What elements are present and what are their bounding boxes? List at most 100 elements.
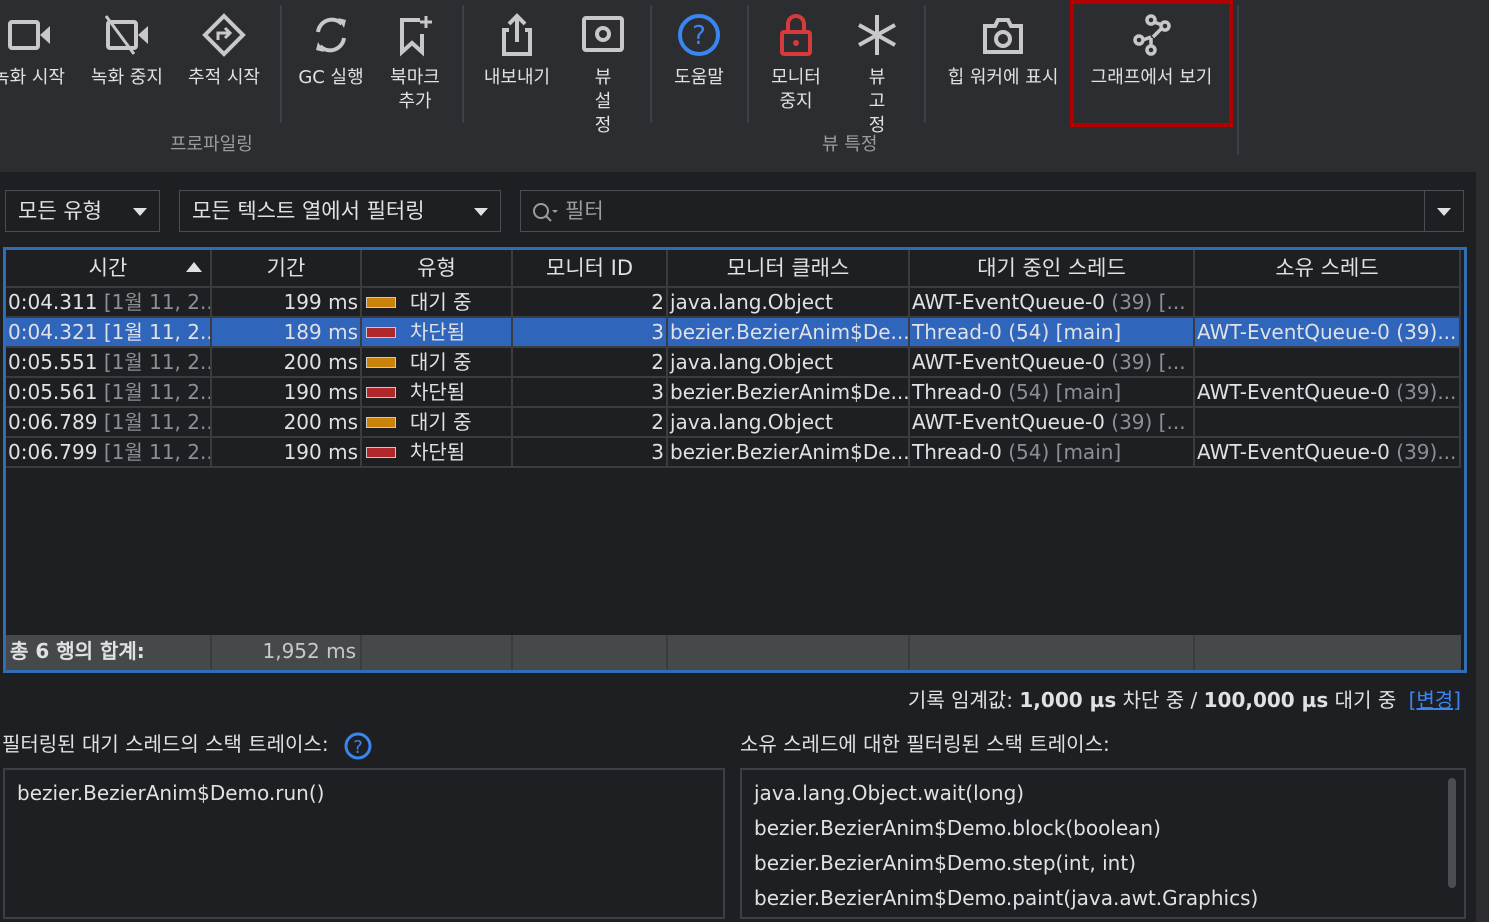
stop-recording-button[interactable]: 녹화 중지 — [85, 0, 169, 125]
settings-icon — [582, 16, 624, 52]
type-color-swatch — [366, 446, 396, 458]
stack-frame[interactable]: bezier.BezierAnim$Demo.step(int, int) — [754, 846, 1452, 881]
table-footer: 총 6 행의 합계: 1,952 ms — [6, 635, 1461, 670]
cell-monitor-class: java.lang.Object — [668, 348, 910, 378]
footer-total: 1,952 ms — [212, 635, 362, 670]
separator — [924, 5, 926, 123]
trace-diamond-icon — [202, 13, 246, 57]
stack-frame[interactable]: bezier.BezierAnim$Demo.block(boolean) — [754, 811, 1452, 846]
chevron-down-icon[interactable] — [1437, 208, 1451, 216]
cell-owning-thread — [1195, 408, 1461, 438]
cell-waiting-thread: Thread-0 (54) [main] — [910, 378, 1195, 408]
cell-type: 대기 중 — [362, 288, 513, 318]
cell-waiting-thread: AWT-EventQueue-0 (39) [... — [910, 288, 1195, 318]
cell-duration: 190 ms — [212, 378, 362, 408]
add-bookmark-button[interactable]: 북마크 추가 — [380, 0, 450, 125]
type-color-swatch — [366, 296, 396, 308]
cell-time: 0:05.551 [1월 11, 2... — [6, 348, 212, 378]
waiting-stack-title: 필터링된 대기 스레드의 스택 트레이스: ? — [2, 728, 373, 761]
divider — [1424, 191, 1425, 231]
column-header-monitor-class[interactable]: 모니터 클래스 — [668, 250, 910, 288]
help-icon: ? — [678, 14, 720, 56]
cell-waiting-thread: AWT-EventQueue-0 (39) [... — [910, 408, 1195, 438]
run-gc-button[interactable]: GC 실행 — [292, 0, 370, 125]
table-row[interactable]: 0:04.321 [1월 11, 2... 189 ms 차단됨 3 bezie… — [6, 318, 1461, 348]
cell-monitor-id: 3 — [513, 378, 668, 408]
footer-label: 총 6 행의 합계: — [6, 635, 212, 670]
bookmark-add-icon — [400, 16, 432, 57]
group-label-profiling: 프로파일링 — [170, 134, 253, 155]
column-header-type[interactable]: 유형 — [362, 250, 513, 288]
svg-text:?: ? — [692, 21, 706, 51]
stack-frame[interactable]: java.lang.Object.wait(long) — [754, 776, 1452, 811]
lock-icon — [780, 14, 812, 56]
stop-monitor-button[interactable]: 모니터 중지 — [760, 0, 832, 125]
scrollbar[interactable] — [1448, 778, 1456, 888]
table-row[interactable]: 0:06.799 [1월 11, 2... 190 ms 차단됨 3 bezie… — [6, 438, 1461, 468]
cell-monitor-class: bezier.BezierAnim$De... — [668, 378, 910, 408]
cell-monitor-id: 2 — [513, 288, 668, 318]
video-off-icon — [104, 15, 148, 55]
type-color-swatch — [366, 416, 396, 428]
cell-duration: 189 ms — [212, 318, 362, 348]
help-icon[interactable]: ? — [343, 731, 373, 761]
column-header-waiting-thread[interactable]: 대기 중인 스레드 — [910, 250, 1195, 288]
cell-time: 0:06.789 [1월 11, 2... — [6, 408, 212, 438]
waiting-stack-list: bezier.BezierAnim$Demo.run() — [3, 768, 725, 919]
export-button[interactable]: 내보내기 — [475, 0, 559, 125]
separator — [280, 5, 282, 123]
cell-waiting-thread: Thread-0 (54) [main] — [910, 438, 1195, 468]
snowflake-icon — [858, 15, 896, 55]
freeze-view-button[interactable]: 뷰 고정 — [846, 0, 908, 136]
show-in-heap-walker-button[interactable]: 힙 워커에 표시 — [938, 0, 1068, 125]
separator — [462, 5, 464, 123]
export-icon — [502, 13, 532, 56]
stack-frame[interactable]: bezier.BezierAnim$Demo.paint(java.awt.Gr… — [754, 881, 1452, 916]
cell-monitor-class: java.lang.Object — [668, 408, 910, 438]
type-color-swatch — [366, 356, 396, 368]
table-row[interactable]: 0:05.551 [1월 11, 2... 200 ms 대기 중 2 java… — [6, 348, 1461, 378]
column-header-owning-thread[interactable]: 소유 스레드 — [1195, 250, 1461, 288]
cell-duration: 190 ms — [212, 438, 362, 468]
cell-monitor-class: bezier.BezierAnim$De... — [668, 438, 910, 468]
help-button[interactable]: ? 도움말 — [664, 0, 734, 125]
column-header-monitor-id[interactable]: 모니터 ID — [513, 250, 668, 288]
cell-duration: 199 ms — [212, 288, 362, 318]
show-in-graph-button[interactable]: 그래프에서 보기 — [1070, 0, 1233, 127]
column-header-duration[interactable]: 기간 — [212, 250, 362, 288]
table-row[interactable]: 0:05.561 [1월 11, 2... 190 ms 차단됨 3 bezie… — [6, 378, 1461, 408]
chevron-down-icon — [133, 208, 147, 216]
monitor-events-table: 시간 기간 유형 모니터 ID 모니터 클래스 대기 중인 스레드 소유 스레드… — [3, 247, 1467, 673]
cell-owning-thread: AWT-EventQueue-0 (39)... — [1195, 318, 1461, 348]
type-filter-dropdown[interactable]: 모든 유형 — [5, 190, 160, 232]
search-icon — [533, 203, 558, 222]
cell-waiting-thread: Thread-0 (54) [main] — [910, 318, 1195, 348]
start-tracing-button[interactable]: 추적 시작 — [180, 0, 268, 125]
cell-type: 차단됨 — [362, 438, 513, 468]
stack-frame[interactable]: bezier.BezierAnim$Demo.run() — [17, 776, 711, 811]
cell-owning-thread: AWT-EventQueue-0 (39)... — [1195, 438, 1461, 468]
column-filter-dropdown[interactable]: 모든 텍스트 열에서 필터링 — [179, 190, 501, 232]
table-header: 시간 기간 유형 모니터 ID 모니터 클래스 대기 중인 스레드 소유 스레드 — [6, 250, 1461, 288]
cell-type: 대기 중 — [362, 348, 513, 378]
cell-monitor-id: 3 — [513, 438, 668, 468]
filter-input[interactable]: 필터 — [520, 190, 1464, 232]
cell-duration: 200 ms — [212, 408, 362, 438]
camera-icon — [983, 18, 1023, 54]
group-label-view-specific: 뷰 특정 — [822, 134, 878, 155]
table-row[interactable]: 0:06.789 [1월 11, 2... 200 ms 대기 중 2 java… — [6, 408, 1461, 438]
video-camera-icon — [8, 20, 50, 50]
cell-time: 0:06.799 [1월 11, 2... — [6, 438, 212, 468]
view-settings-button[interactable]: 뷰 설정 — [572, 0, 634, 136]
cell-monitor-id: 2 — [513, 348, 668, 378]
start-recording-button[interactable]: 녹화 시작 — [0, 0, 70, 125]
change-threshold-link[interactable]: [변경] — [1409, 688, 1461, 712]
cell-monitor-class: bezier.BezierAnim$De... — [668, 318, 910, 348]
cell-time: 0:05.561 [1월 11, 2... — [6, 378, 212, 408]
cell-monitor-class: java.lang.Object — [668, 288, 910, 318]
cell-monitor-id: 3 — [513, 318, 668, 348]
type-color-swatch — [366, 386, 396, 398]
column-header-time[interactable]: 시간 — [6, 250, 212, 288]
cell-type: 차단됨 — [362, 378, 513, 408]
table-row[interactable]: 0:04.311 [1월 11, 2... 199 ms 대기 중 2 java… — [6, 288, 1461, 318]
